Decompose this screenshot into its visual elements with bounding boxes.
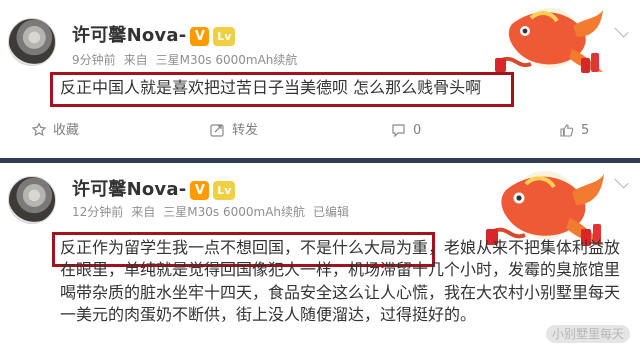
- chevron-down-icon[interactable]: [613, 25, 629, 37]
- avatar[interactable]: [8, 18, 56, 66]
- weibo-screenshot: 许可馨Nova- V Lv 9分钟前 来自 三星M30s 6000mAh续航 反…: [0, 0, 640, 348]
- share-action[interactable]: 转发: [209, 122, 258, 139]
- favorite-label: 收藏: [53, 122, 80, 138]
- thumb-up-icon: [558, 122, 575, 139]
- koi-fish-icon: [495, 8, 603, 73]
- weibo-post: 许可馨Nova- V Lv 9分钟前 来自 三星M30s 6000mAh续航 反…: [0, 0, 640, 158]
- post-source-label: 来自: [131, 205, 156, 219]
- share-label: 转发: [232, 122, 259, 138]
- author-name[interactable]: 许可馨Nova-: [72, 27, 186, 45]
- level-badge: Lv: [213, 180, 236, 200]
- post-content: 反正中国人就是喜欢把过苦日子当美德呗 怎么那么贱骨头啊: [60, 78, 482, 97]
- post-content: 反正作为留学生我一点不想回国，不是什么大局为重，老娘从来不把集体利益放在眼里，单…: [60, 238, 621, 325]
- like-action[interactable]: 5: [558, 122, 589, 139]
- post-header: 许可馨Nova- V Lv: [72, 177, 236, 203]
- level-badge: Lv: [213, 26, 236, 46]
- post-time: 12分钟前: [72, 205, 124, 219]
- avatar[interactable]: [8, 176, 56, 224]
- edited-label: 已编辑: [313, 205, 350, 219]
- star-icon: [31, 122, 47, 138]
- post-source-label: 来自: [123, 53, 148, 67]
- comment-action[interactable]: 0: [390, 122, 421, 139]
- post-device: 三星M30s 6000mAh续航: [163, 205, 306, 219]
- post-device: 三星M30s 6000mAh续航: [155, 53, 298, 67]
- post-meta: 12分钟前 来自 三星M30s 6000mAh续航 已编辑: [72, 203, 349, 221]
- comment-count: 0: [413, 122, 422, 138]
- post-meta: 9分钟前 来自 三星M30s 6000mAh续航: [72, 51, 297, 69]
- verified-badge: V: [190, 180, 210, 200]
- verified-badge: V: [190, 26, 210, 46]
- share-icon: [209, 122, 226, 139]
- favorite-action[interactable]: 收藏: [31, 122, 79, 138]
- author-name[interactable]: 许可馨Nova-: [72, 181, 186, 199]
- comment-icon: [390, 122, 407, 139]
- post-actions: 收藏 转发 0 5: [0, 118, 640, 142]
- like-count: 5: [581, 122, 590, 138]
- chevron-down-icon[interactable]: [613, 176, 629, 188]
- watermark: 小别墅里每天: [545, 325, 630, 343]
- post-header: 许可馨Nova- V Lv: [72, 23, 236, 49]
- post-time: 9分钟前: [72, 53, 116, 67]
- weibo-post: 许可馨Nova- V Lv 12分钟前 来自 三星M30s 6000mAh续航 …: [0, 163, 640, 348]
